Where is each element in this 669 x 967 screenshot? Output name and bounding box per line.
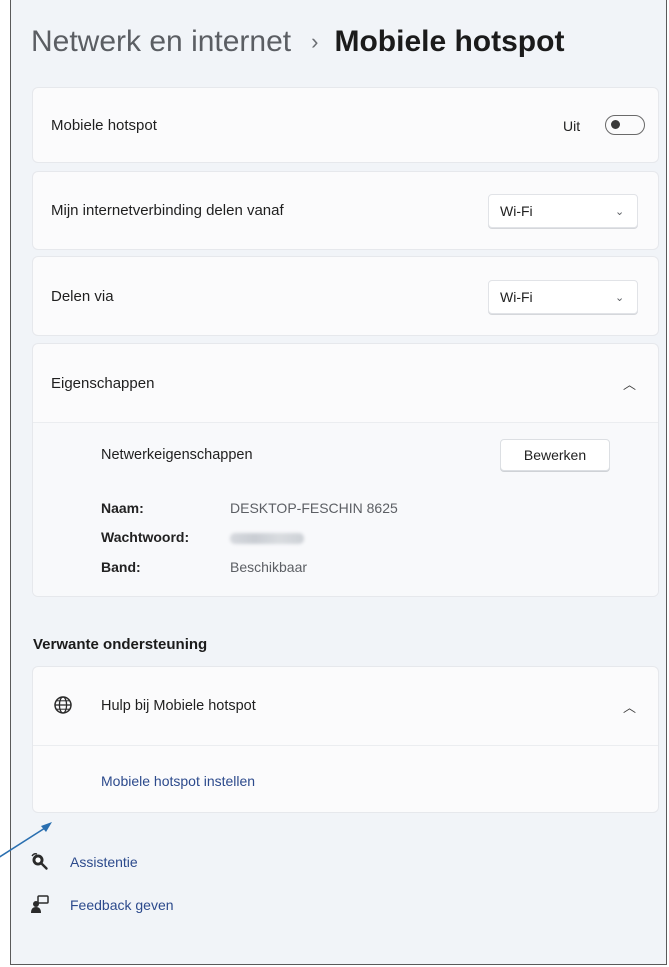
annotation-arrow — [0, 822, 52, 858]
